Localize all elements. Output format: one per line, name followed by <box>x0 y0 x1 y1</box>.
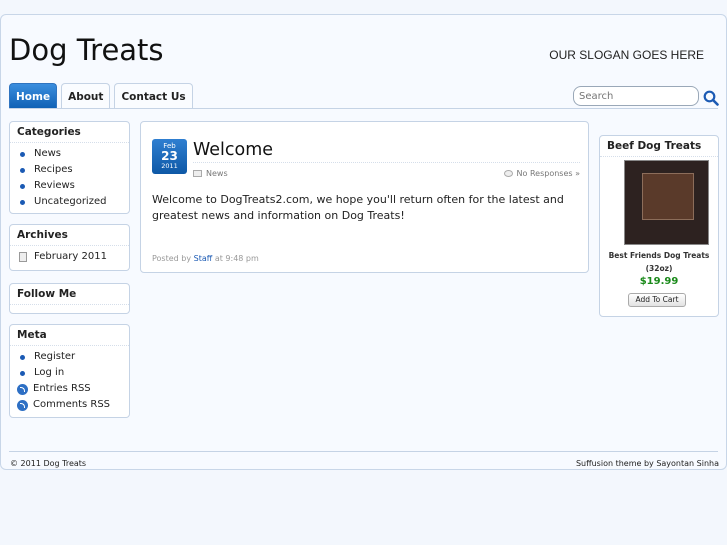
date-year: 2011 <box>161 162 178 170</box>
category-link[interactable]: Reviews <box>34 178 75 194</box>
date-day: 23 <box>161 149 178 163</box>
category-link[interactable]: Uncategorized <box>34 194 106 210</box>
product-widget: Beef Dog Treats Best Friends Dog Treats … <box>599 135 719 317</box>
search-icon[interactable] <box>703 90 719 106</box>
list-item[interactable]: Reviews <box>16 178 123 194</box>
product-name[interactable]: Best Friends Dog Treats (32oz) <box>600 249 718 275</box>
meta-link[interactable]: Comments RSS <box>33 397 110 413</box>
post-title[interactable]: Welcome <box>193 140 273 160</box>
posted-by-label: Posted by <box>152 254 192 263</box>
follow-title: Follow Me <box>10 284 129 305</box>
category-link[interactable]: News <box>34 146 61 162</box>
list-item[interactable]: News <box>16 146 123 162</box>
post-date-badge: Feb 23 2011 <box>152 139 187 174</box>
tab-home[interactable]: Home <box>9 83 58 109</box>
footer-divider <box>9 451 718 452</box>
footer: © 2011 Dog Treats Suffusion theme by Say… <box>10 459 719 468</box>
footer-credit[interactable]: Suffusion theme by Sayontan Sinha <box>576 459 719 468</box>
rss-icon <box>17 399 28 411</box>
bullet-icon <box>20 199 25 205</box>
comment-icon <box>503 170 513 177</box>
tab-contact-us[interactable]: Contact Us <box>114 83 193 109</box>
meta-widget: Meta Register Log in Entries RSS Comment… <box>9 324 130 418</box>
product-image[interactable] <box>624 160 709 245</box>
product-widget-title: Beef Dog Treats <box>600 136 718 157</box>
categories-title: Categories <box>10 122 129 143</box>
rss-icon <box>17 383 28 395</box>
list-item[interactable]: Recipes <box>16 162 123 178</box>
list-item[interactable]: Comments RSS <box>16 397 123 413</box>
post-author-link[interactable]: Staff <box>194 254 213 263</box>
list-item[interactable]: Uncategorized <box>16 194 123 210</box>
list-item[interactable]: Log in <box>16 365 123 381</box>
meta-link[interactable]: Entries RSS <box>33 381 91 397</box>
meta-link[interactable]: Log in <box>34 365 64 381</box>
site-slogan: OUR SLOGAN GOES HERE <box>549 48 704 62</box>
archive-link[interactable]: February 2011 <box>34 249 107 265</box>
product-price: $19.99 <box>639 276 679 287</box>
bullet-icon <box>20 151 25 157</box>
bullet-icon <box>20 167 25 173</box>
calendar-icon <box>19 252 27 262</box>
bullet-icon <box>20 183 25 189</box>
tab-about[interactable]: About <box>61 83 111 109</box>
list-item[interactable]: Register <box>16 349 123 365</box>
post-time: at 9:48 pm <box>214 254 259 263</box>
post-category[interactable]: News <box>206 169 228 178</box>
search-input[interactable] <box>573 86 699 106</box>
archives-widget: Archives February 2011 <box>9 224 130 271</box>
meta-link[interactable]: Register <box>34 349 75 365</box>
page-container: Dog Treats OUR SLOGAN GOES HERE Home Abo… <box>0 14 727 470</box>
list-item[interactable]: Entries RSS <box>16 381 123 397</box>
nav-divider <box>9 108 718 109</box>
archives-title: Archives <box>10 225 129 246</box>
post-card: Feb 23 2011 Welcome News No Responses » … <box>140 121 589 273</box>
add-to-cart-button[interactable]: Add To Cart <box>628 293 686 307</box>
bullet-icon <box>20 354 25 360</box>
post-footer: Posted by Staff at 9:48 pm <box>152 254 259 263</box>
follow-widget: Follow Me <box>9 283 130 314</box>
post-comments-link[interactable]: No Responses » <box>517 169 580 178</box>
categories-widget: Categories News Recipes Reviews Uncatego… <box>9 121 130 214</box>
folder-icon <box>193 170 202 177</box>
bullet-icon <box>20 370 25 376</box>
meta-title: Meta <box>10 325 129 346</box>
site-title[interactable]: Dog Treats <box>9 33 164 67</box>
list-item[interactable]: February 2011 <box>16 249 123 265</box>
category-link[interactable]: Recipes <box>34 162 73 178</box>
post-body: Welcome to DogTreats2.com, we hope you'l… <box>152 193 564 222</box>
main-nav: Home About Contact Us <box>9 83 193 109</box>
post-meta: News No Responses » <box>193 162 580 178</box>
footer-copyright: © 2011 Dog Treats <box>10 459 87 468</box>
